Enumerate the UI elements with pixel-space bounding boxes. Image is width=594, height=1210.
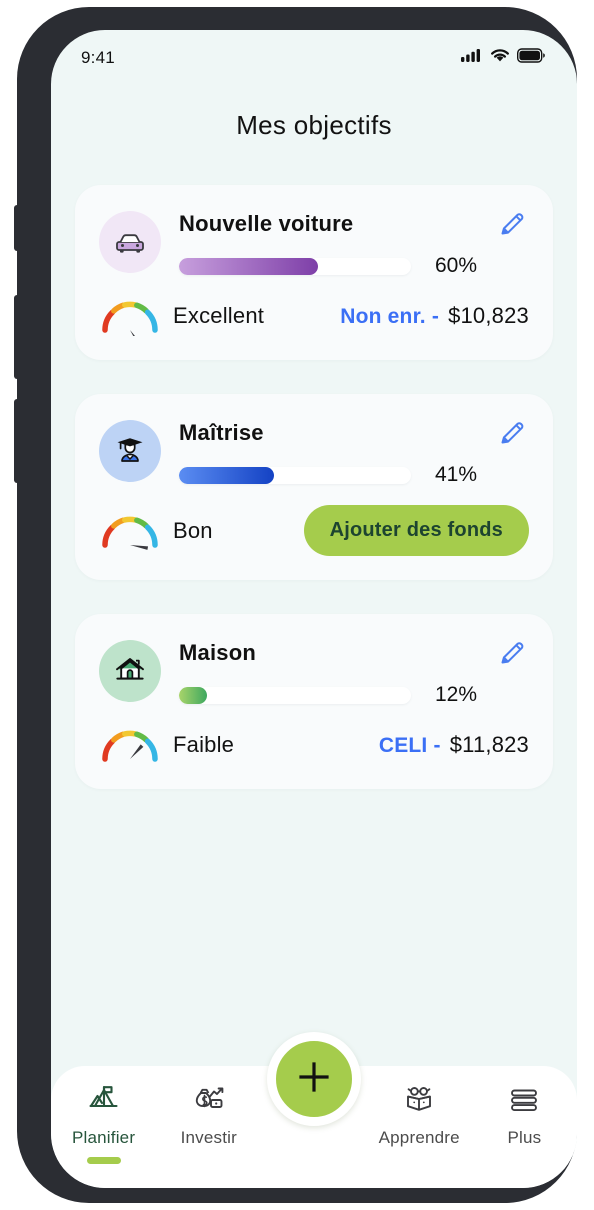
goal-rating-label: Bon — [173, 517, 213, 543]
edit-goal-button[interactable] — [495, 638, 529, 672]
goal-card[interactable]: Maîtrise 41% Bon Ajouter des fonds — [75, 394, 553, 580]
goal-progress-percent: 60% — [434, 254, 477, 277]
add-goal-fab[interactable] — [267, 1032, 361, 1126]
goal-card[interactable]: Nouvelle voiture 60% Excellent Non enr. … — [75, 185, 553, 360]
battery-icon — [516, 48, 545, 68]
nav-item-planifier[interactable]: Planifier — [51, 1084, 156, 1164]
phone-screen: 9:41 Mes objectifs Nouvelle voiture 60% … — [51, 30, 577, 1188]
phone-volume-up-button — [14, 295, 19, 379]
nav-item-apprendre[interactable]: Apprendre — [367, 1084, 472, 1148]
goal-rating-label: Faible — [173, 732, 235, 757]
goal-name: Maîtrise — [179, 420, 264, 445]
cellular-signal-icon — [461, 48, 483, 68]
goal-rating-label: Excellent — [173, 303, 265, 328]
wifi-icon — [490, 48, 510, 68]
nav-label-investir: Investir — [180, 1128, 237, 1147]
learn-box-glasses-icon — [402, 1084, 436, 1121]
money-bag-chart-icon — [192, 1084, 226, 1121]
edit-goal-button[interactable] — [495, 209, 529, 243]
edit-pencil-icon — [497, 418, 527, 453]
nav-label-apprendre: Apprendre — [378, 1128, 460, 1147]
phone-volume-down-button — [14, 399, 19, 483]
goal-amount: $11,823 — [449, 732, 529, 757]
status-bar: 9:41 — [51, 30, 577, 86]
goal-account-tag: CELI - — [378, 734, 441, 757]
phone-mute-switch — [14, 205, 19, 251]
edit-pencil-icon — [497, 638, 527, 673]
add-funds-button[interactable]: Ajouter des fonds — [303, 505, 529, 556]
nav-item-investir[interactable]: Investir — [156, 1084, 261, 1148]
car-icon — [113, 223, 147, 262]
edit-pencil-icon — [497, 209, 527, 244]
edit-goal-button[interactable] — [495, 418, 529, 452]
goal-card-list: Nouvelle voiture 60% Excellent Non enr. … — [75, 185, 553, 823]
goal-progress-bar — [179, 466, 411, 484]
page-title: Mes objectifs — [236, 110, 392, 140]
goal-name: Maison — [179, 640, 256, 665]
goal-name: Nouvelle voiture — [179, 211, 354, 236]
goal-card[interactable]: Maison 12% Faible CELI - $11,823 — [75, 614, 553, 789]
house-icon — [113, 652, 147, 691]
goal-account-tag: Non enr. - — [340, 305, 440, 328]
goal-icon-wrapper — [99, 211, 161, 273]
nav-active-indicator — [86, 1157, 121, 1164]
goal-icon-wrapper — [99, 640, 161, 702]
nav-item-plus[interactable]: Plus — [472, 1084, 577, 1148]
goal-progress-fill — [179, 466, 275, 484]
rating-gauge-icon — [99, 296, 161, 346]
mountain-flag-icon — [87, 1084, 121, 1121]
menu-lines-icon — [509, 1084, 539, 1121]
rating-gauge-icon — [99, 725, 161, 765]
phone-frame: 9:41 Mes objectifs Nouvelle voiture 60% … — [14, 7, 577, 1203]
goal-progress-percent: 12% — [434, 683, 477, 706]
plus-icon — [294, 1057, 334, 1102]
goal-icon-wrapper — [99, 420, 161, 482]
status-time: 9:41 — [81, 48, 115, 67]
nav-label-plus: Plus — [507, 1128, 542, 1147]
rating-gauge-icon — [99, 511, 161, 551]
goal-progress-fill — [179, 257, 319, 275]
goal-progress-bar — [179, 686, 411, 704]
nav-label-planifier: Planifier — [71, 1128, 136, 1147]
goal-amount: $10,823 — [448, 303, 529, 328]
goal-progress-fill — [179, 686, 207, 704]
goal-progress-percent: 41% — [434, 463, 477, 486]
goal-progress-bar — [179, 257, 411, 275]
graduation-cap-icon — [113, 432, 147, 471]
